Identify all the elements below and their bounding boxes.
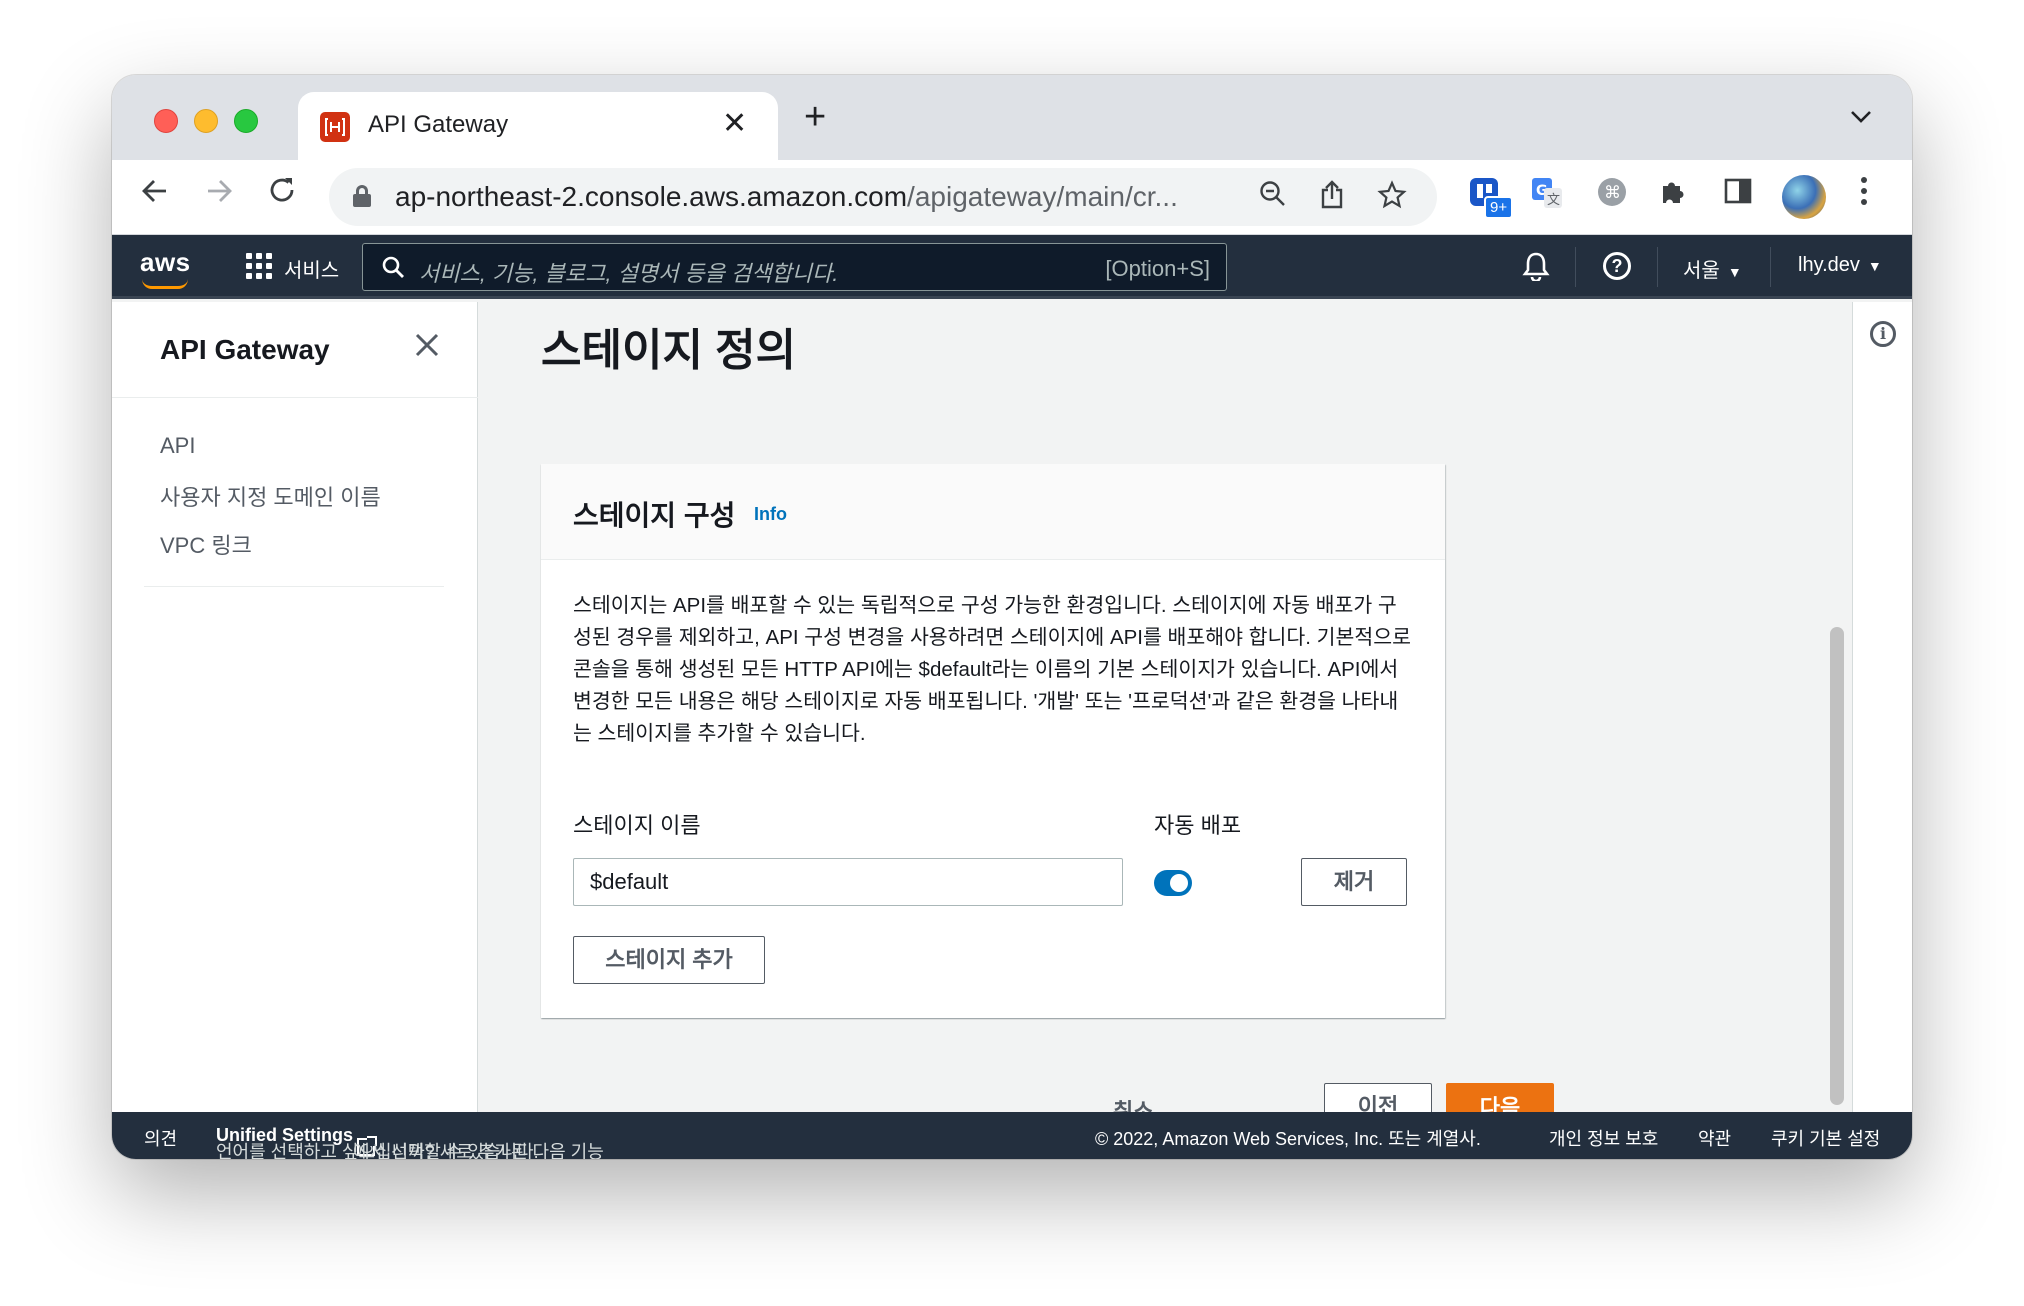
- services-grid-icon[interactable]: [246, 253, 272, 279]
- panel-description: 스테이지는 API를 배포할 수 있는 독립적으로 구성 가능한 환경입니다. …: [573, 594, 1411, 745]
- stage-configuration-panel: 스테이지 구성 Info 스테이지는 API를 배포할 수 있는 독립적으로 구…: [541, 464, 1445, 1018]
- tab-api-gateway[interactable]: API Gateway ✕: [298, 92, 778, 160]
- header-separator: [1657, 247, 1658, 287]
- copyright-text: © 2022, Amazon Web Services, Inc. 또는 계열사…: [1095, 1129, 1481, 1149]
- extension-badge: 9+: [1484, 196, 1514, 219]
- tab-search-chevron-icon[interactable]: [1850, 103, 1872, 131]
- stage-name-input[interactable]: [573, 858, 1123, 906]
- url-path: /apigateway/main/cr...: [907, 181, 1178, 212]
- lock-icon[interactable]: [353, 185, 371, 207]
- tab-title: API Gateway: [368, 111, 509, 138]
- page-title: 스테이지 정의: [541, 326, 797, 375]
- console-footer: 의견 언어를 선택하고 싶으십니까? 새로 추가된 다음 기능 Unified S…: [112, 1112, 1912, 1159]
- panel-title: 스테이지 구성: [573, 500, 736, 531]
- panel-header: 스테이지 구성 Info: [541, 464, 1445, 560]
- scrollbar-thumb[interactable]: [1830, 627, 1844, 1105]
- caret-down-icon: ▼: [1867, 258, 1882, 274]
- help-panel-rail: i: [1852, 302, 1912, 1112]
- sidebar-divider: [112, 397, 478, 398]
- language-notice-suffix: 에서 선택할 수 있습니다.: [353, 1142, 539, 1159]
- region-label: 서울: [1683, 260, 1720, 282]
- address-bar[interactable]: ap-northeast-2.console.aws.amazon.com/ap…: [329, 168, 1437, 226]
- bookmark-star-icon[interactable]: [1377, 180, 1407, 218]
- new-tab-button[interactable]: +: [804, 97, 826, 137]
- add-stage-button[interactable]: 스테이지 추가: [573, 936, 765, 984]
- info-icon[interactable]: i: [1870, 321, 1896, 347]
- extension-icon[interactable]: 9+: [1468, 176, 1514, 219]
- main-content: 스테이지 정의 스테이지 구성 Info 스테이지는 API를 배포할 수 있는…: [479, 302, 1852, 1131]
- header-separator: [1575, 247, 1576, 287]
- privacy-link[interactable]: 개인 정보 보호: [1549, 1125, 1658, 1151]
- profile-avatar[interactable]: [1782, 175, 1826, 219]
- sidebar-item-api[interactable]: API: [160, 433, 195, 459]
- stage-name-label: 스테이지 이름: [573, 813, 701, 838]
- search-icon: [381, 255, 405, 284]
- close-window-button[interactable]: [154, 109, 178, 133]
- forward-icon[interactable]: [204, 174, 234, 214]
- svg-text:文: 文: [1547, 193, 1560, 208]
- remove-stage-button[interactable]: 제거: [1301, 858, 1407, 906]
- side-navigation: API Gateway API 사용자 지정 도메인 이름 VPC 링크: [112, 302, 478, 1112]
- browser-toolbar: ap-northeast-2.console.aws.amazon.com/ap…: [112, 160, 1912, 235]
- sidebar-title[interactable]: API Gateway: [160, 334, 330, 366]
- zoom-window-button[interactable]: [234, 109, 258, 133]
- auto-deploy-label: 자동 배포: [1154, 813, 1242, 838]
- puzzle-icon[interactable]: [1658, 176, 1688, 213]
- close-icon[interactable]: [414, 326, 440, 366]
- sidebar-divider: [144, 586, 444, 587]
- caret-down-icon: ▼: [1727, 264, 1742, 280]
- region-selector[interactable]: 서울 ▼: [1683, 254, 1742, 283]
- auto-deploy-toggle[interactable]: [1154, 870, 1192, 896]
- cookie-preferences-link[interactable]: 쿠키 기본 설정: [1771, 1125, 1880, 1151]
- search-placeholder: 서비스, 기능, 블로그, 설명서 등을 검색합니다.: [419, 261, 839, 286]
- minimize-window-button[interactable]: [194, 109, 218, 133]
- console-search-input[interactable]: 서비스, 기능, 블로그, 설명서 등을 검색합니다. [Option+S]: [362, 243, 1227, 291]
- help-icon[interactable]: ?: [1603, 252, 1631, 280]
- sidebar-item-vpc-links[interactable]: VPC 링크: [160, 528, 252, 560]
- side-panel-icon[interactable]: [1724, 176, 1752, 212]
- search-shortcut-hint: [Option+S]: [1105, 256, 1210, 281]
- language-notice: 언어를 선택하고 싶으십니까? 새로 추가된 다음 기능 Unified Sett…: [216, 1125, 604, 1159]
- terms-link[interactable]: 약관: [1698, 1125, 1731, 1151]
- tab-strip: API Gateway ✕ +: [112, 75, 1912, 160]
- tab-close-icon[interactable]: ✕: [722, 107, 747, 141]
- account-menu[interactable]: lhy.dev ▼: [1798, 254, 1882, 277]
- api-gateway-favicon-icon: [320, 112, 350, 142]
- browser-window: API Gateway ✕ + ap-northeast-2.console.a…: [112, 75, 1912, 1159]
- toggle-knob: [1170, 874, 1188, 892]
- header-separator: [1770, 247, 1771, 287]
- command-icon[interactable]: ⌘: [1596, 176, 1630, 210]
- feedback-link[interactable]: 의견: [144, 1125, 177, 1151]
- sidebar-item-custom-domain-names[interactable]: 사용자 지정 도메인 이름: [160, 480, 381, 512]
- kebab-menu-icon[interactable]: [1860, 176, 1868, 213]
- url-host: ap-northeast-2.console.aws.amazon.com: [395, 181, 908, 212]
- aws-console-header: aws 서비스 서비스, 기능, 블로그, 설명서 등을 검색합니다. [Opt…: [112, 235, 1912, 299]
- reload-icon[interactable]: [267, 174, 297, 214]
- notifications-bell-icon[interactable]: [1522, 251, 1550, 286]
- translate-icon[interactable]: G文: [1530, 176, 1564, 210]
- aws-logo[interactable]: aws: [140, 247, 191, 278]
- share-icon[interactable]: [1319, 180, 1345, 218]
- zoom-out-icon[interactable]: [1259, 180, 1287, 216]
- back-icon[interactable]: [140, 174, 170, 214]
- url-text: ap-northeast-2.console.aws.amazon.com/ap…: [395, 181, 1178, 213]
- aws-smile-logo-icon: [142, 279, 188, 289]
- account-name: lhy.dev: [1798, 254, 1860, 276]
- svg-text:⌘: ⌘: [1604, 183, 1621, 203]
- services-menu-label[interactable]: 서비스: [284, 254, 339, 283]
- info-link[interactable]: Info: [754, 504, 787, 525]
